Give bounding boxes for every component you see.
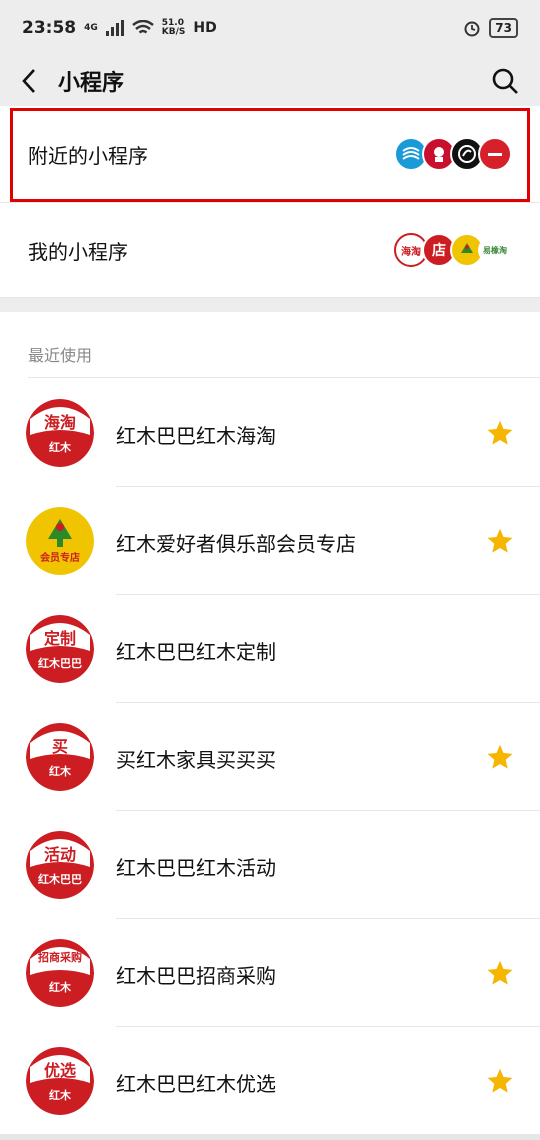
app-icon-bottom-text: 红木	[49, 441, 71, 454]
chevron-left-icon	[22, 69, 35, 93]
app-name: 买红木家具买买买	[116, 748, 276, 772]
app-icon-top-text: 买	[51, 737, 68, 756]
section-divider	[28, 377, 540, 378]
app-icon-bottom-text: 红木	[49, 981, 71, 994]
app-icon: 招商采购 红木	[26, 939, 94, 1007]
recent-app-item[interactable]: 定制 红木巴巴 红木巴巴红木定制	[0, 595, 540, 703]
recent-section-title: 最近使用	[28, 346, 93, 365]
app-icon: 海淘 红木	[26, 399, 94, 467]
alarm-icon	[464, 21, 480, 37]
app-icon-bottom-text: 红木巴巴	[38, 873, 82, 886]
app-icon: 定制 红木巴巴	[26, 615, 94, 683]
search-icon	[492, 68, 518, 94]
recent-app-item[interactable]: 会员专店 红木爱好者俱乐部会员专店	[0, 487, 540, 595]
mine-label: 我的小程序	[28, 239, 128, 264]
app-icon-top-text: 优选	[43, 1061, 76, 1080]
yixiangtao-logo-icon: 易橡淘	[478, 235, 512, 265]
net-speed-unit: KB/S	[161, 27, 186, 37]
app-icon-bottom-text: 红木	[49, 1089, 71, 1102]
app-icon-bottom-text: 红木巴巴	[38, 657, 82, 670]
app-icon-top-text: 定制	[43, 629, 76, 648]
app-icon-top-text: 活动	[43, 845, 76, 864]
back-button[interactable]	[0, 56, 58, 106]
star-icon[interactable]	[486, 419, 514, 447]
app-name: 红木巴巴红木优选	[116, 1072, 276, 1096]
app-name: 红木爱好者俱乐部会员专店	[116, 532, 356, 556]
star-icon[interactable]	[486, 1067, 514, 1095]
app-name: 红木巴巴红木海淘	[116, 424, 276, 448]
recent-app-item[interactable]: 优选 红木 红木巴巴红木优选	[0, 1027, 540, 1135]
star-icon[interactable]	[486, 743, 514, 771]
app-icon-bottom-text: 红木	[49, 765, 71, 778]
recent-app-item[interactable]: 买红木 买红木家具买买买	[0, 703, 540, 811]
status-bar: 23:58 4G 51.0 KB/S HD 73	[0, 0, 540, 56]
star-icon[interactable]	[486, 527, 514, 555]
search-button[interactable]	[470, 56, 540, 106]
highlight-box	[10, 108, 530, 202]
page-title: 小程序	[58, 71, 125, 96]
app-icon: 活动 红木巴巴	[26, 831, 94, 899]
nav-bar: 小程序	[0, 56, 540, 106]
star-icon[interactable]	[486, 959, 514, 987]
status-time: 23:58	[22, 18, 77, 38]
signal-icon	[105, 20, 124, 36]
hd-badge: HD	[193, 20, 217, 36]
app-icon: 优选 红木	[26, 1047, 94, 1115]
app-icon-top-text: 招商采购	[38, 951, 82, 964]
app-name: 红木巴巴红木活动	[116, 856, 276, 880]
recent-app-item[interactable]: 活动 红木巴巴 红木巴巴红木活动	[0, 811, 540, 919]
app-icon: 买红木	[26, 723, 94, 791]
app-name: 红木巴巴招商采购	[116, 964, 276, 988]
network-type: 4G	[84, 22, 98, 33]
bottom-edge	[0, 1134, 540, 1140]
wifi-icon	[132, 20, 154, 34]
app-icon-bottom-text: 会员专店	[40, 553, 80, 564]
recent-app-item[interactable]: 海淘 红木 红木巴巴红木海淘	[0, 379, 540, 487]
battery-indicator: 73	[489, 18, 518, 38]
app-name: 红木巴巴红木定制	[116, 640, 276, 664]
app-icon: 会员专店	[26, 507, 94, 575]
section-gap	[0, 298, 540, 312]
recent-app-item[interactable]: 招商采购 红木 红木巴巴招商采购	[0, 919, 540, 1027]
mine-logos: 海淘 店 易橡淘	[394, 233, 512, 267]
my-mini-programs-row[interactable]: 我的小程序 海淘 店 易橡淘	[0, 202, 540, 298]
app-icon-top-text: 海淘	[43, 413, 76, 432]
